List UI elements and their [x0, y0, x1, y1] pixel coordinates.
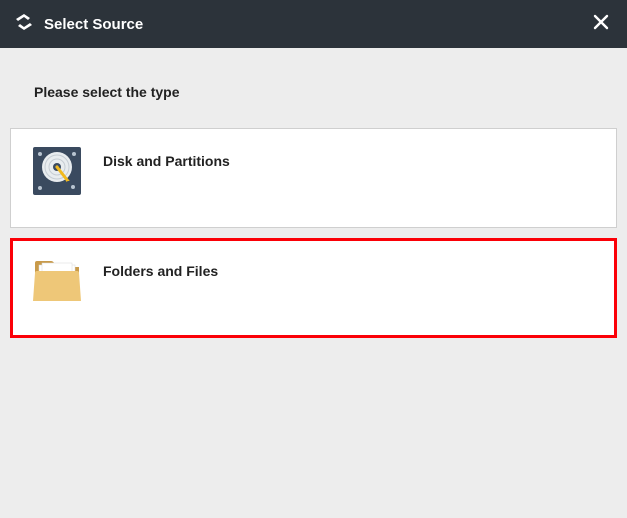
- option-label-folders: Folders and Files: [103, 253, 218, 279]
- prompt-text: Please select the type: [10, 48, 617, 128]
- app-logo-icon: [14, 12, 34, 37]
- title-bar: Select Source: [0, 0, 627, 48]
- option-disk-and-partitions[interactable]: Disk and Partitions: [10, 128, 617, 228]
- close-icon: [592, 13, 610, 36]
- close-button[interactable]: [589, 12, 613, 36]
- title-bar-left: Select Source: [14, 12, 143, 37]
- folder-icon: [29, 253, 85, 309]
- option-label-disk: Disk and Partitions: [103, 143, 230, 169]
- title-bar-title: Select Source: [44, 16, 143, 33]
- content-area: Please select the type Disk and Partitio…: [0, 48, 627, 338]
- disk-icon: [29, 143, 85, 199]
- option-folders-and-files[interactable]: Folders and Files: [10, 238, 617, 338]
